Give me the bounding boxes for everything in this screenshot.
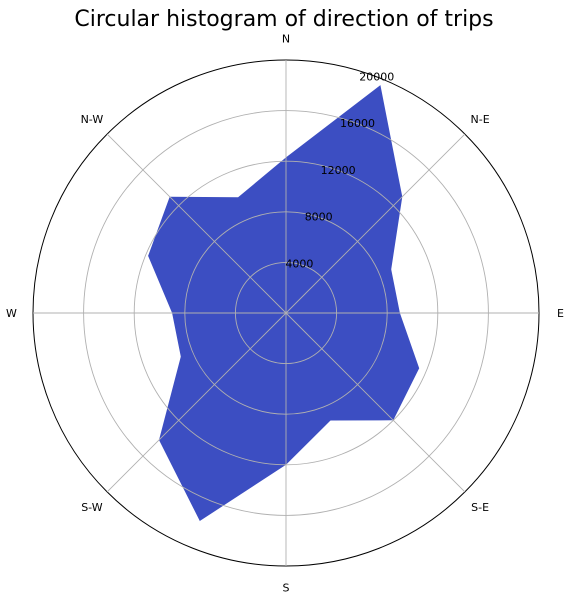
polar-chart: Circular histogram of direction of trips… xyxy=(6,7,564,595)
data-area-layer xyxy=(148,85,420,522)
direction-label-n: N xyxy=(282,33,290,46)
direction-label-s-e: S-E xyxy=(471,501,489,514)
direction-label-e: E xyxy=(557,307,564,320)
direction-label-s: S xyxy=(283,582,290,595)
direction-label-n-e: N-E xyxy=(471,113,490,126)
direction-label-s-w: S-W xyxy=(81,501,103,514)
angular-grid xyxy=(33,60,539,566)
direction-label-n-w: N-W xyxy=(81,113,104,126)
chart-title: Circular histogram of direction of trips xyxy=(74,7,493,32)
radial-tick-label-1: 8000 xyxy=(305,211,333,224)
radial-tick-label-4: 20000 xyxy=(359,70,394,83)
radial-tick-label-0: 4000 xyxy=(285,257,313,270)
radial-tick-label-2: 12000 xyxy=(321,164,356,177)
radial-tick-label-3: 16000 xyxy=(340,117,375,130)
direction-area xyxy=(148,85,420,521)
direction-label-w: W xyxy=(6,307,17,320)
